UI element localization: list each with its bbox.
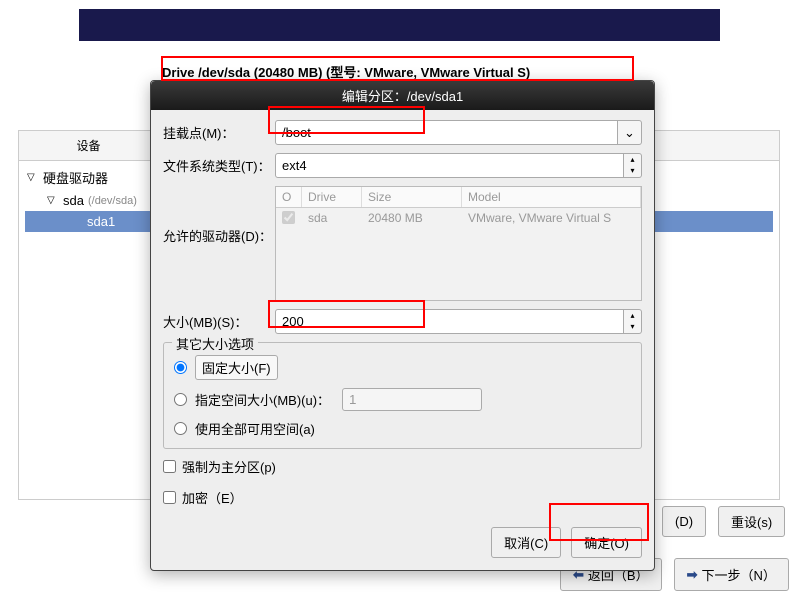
fs-type-input[interactable] (275, 153, 624, 178)
size-label: 大小(MB)(S)： (163, 312, 275, 331)
fill-to-label: 指定空间大小(MB)(u)： (195, 390, 330, 409)
encrypt-checkbox[interactable] (163, 491, 176, 504)
edit-partition-dialog: 编辑分区：/dev/sda1 挂载点(M)： ⌄ 文件系统类型(T)： ▴ ▾ (150, 80, 655, 571)
mount-point-label: 挂载点(M)： (163, 123, 275, 142)
tree-toggle-icon[interactable]: ▽ (27, 172, 39, 183)
drives-header-drive: Drive (302, 187, 362, 207)
fixed-size-radio[interactable] (174, 361, 187, 374)
fs-type-label: 文件系统类型(T)： (163, 156, 275, 175)
next-button[interactable]: ➡ 下一步（N） (674, 558, 789, 591)
tree-toggle-icon[interactable]: ▽ (47, 195, 59, 206)
allowed-drives-label: 允许的驱动器(D)： (163, 186, 275, 245)
drives-table: O Drive Size Model sda 20480 MB VMware, … (275, 186, 642, 301)
fieldset-legend: 其它大小选项 (172, 334, 258, 353)
mount-point-dropdown[interactable]: ⌄ (618, 120, 642, 145)
force-primary-checkbox[interactable] (163, 460, 176, 473)
encrypt-label: 加密（E） (182, 488, 243, 507)
tree-root-label: 硬盘驱动器 (43, 168, 108, 187)
cancel-button[interactable]: 取消(C) (491, 527, 561, 558)
mount-point-input[interactable] (275, 120, 618, 145)
top-banner (79, 9, 720, 41)
drives-row[interactable]: sda 20480 MB VMware, VMware Virtual S (276, 208, 641, 230)
delete-button[interactable]: (D) (662, 506, 706, 537)
drive-name: sda (302, 208, 362, 230)
drive-model: VMware, VMware Virtual S (462, 208, 641, 230)
fs-type-up[interactable]: ▴ (624, 154, 641, 166)
drives-header-check: O (276, 187, 302, 207)
fill-max-label: 使用全部可用空间(a) (195, 419, 315, 438)
arrow-right-icon: ➡ (687, 567, 698, 583)
fill-to-input (342, 388, 482, 411)
fixed-size-label: 固定大小(F) (195, 355, 278, 380)
next-button-label: 下一步（N） (701, 565, 775, 584)
drives-header-model: Model (462, 187, 641, 207)
force-primary-label: 强制为主分区(p) (182, 457, 276, 476)
fill-to-radio[interactable] (174, 393, 187, 406)
tree-sda-label: sda (63, 193, 84, 208)
tree-sda-path: (/dev/sda) (88, 195, 137, 207)
tree-sda1-label: sda1 (87, 214, 115, 229)
dialog-title: 编辑分区：/dev/sda1 (151, 81, 654, 110)
size-down[interactable]: ▾ (624, 322, 641, 334)
drives-header-size: Size (362, 187, 462, 207)
chevron-down-icon: ⌄ (624, 125, 635, 141)
size-input[interactable] (275, 309, 624, 334)
ok-button[interactable]: 确定(O) (571, 527, 642, 558)
drive-checkbox (282, 211, 295, 224)
size-up[interactable]: ▴ (624, 310, 641, 322)
device-header-device: 设备 (19, 131, 159, 160)
fs-type-down[interactable]: ▾ (624, 166, 641, 178)
drive-info-label: Drive /dev/sda (20480 MB) (型号: VMware, V… (162, 62, 530, 81)
reset-button[interactable]: 重设(s) (718, 506, 785, 537)
fill-max-radio[interactable] (174, 422, 187, 435)
other-size-options: 其它大小选项 固定大小(F) 指定空间大小(MB)(u)： 使用全部可用空间(a… (163, 342, 642, 449)
drive-size: 20480 MB (362, 208, 462, 230)
